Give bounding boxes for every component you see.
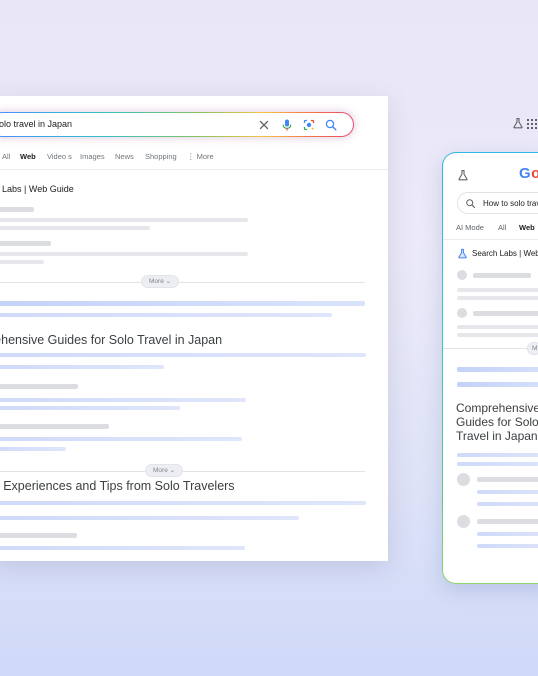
- tab-videos[interactable]: Video s: [47, 152, 72, 161]
- placeholder-line: [0, 516, 299, 520]
- placeholder-line: [0, 437, 242, 441]
- more-divider: [0, 282, 365, 283]
- search-icon[interactable]: [324, 118, 338, 132]
- apps-grid-icon[interactable]: [526, 118, 538, 130]
- placeholder-line: [477, 490, 538, 494]
- placeholder-line: [457, 296, 538, 300]
- result-heading[interactable]: rehensive Guides for Solo Travel in Japa…: [0, 333, 222, 347]
- placeholder-line: [457, 333, 538, 337]
- placeholder-line: [0, 501, 366, 505]
- tab-shopping[interactable]: Shopping: [145, 152, 177, 161]
- tabs-divider: [443, 239, 538, 240]
- placeholder-line: [0, 353, 366, 357]
- placeholder-line: [0, 301, 365, 306]
- close-icon[interactable]: [257, 118, 271, 132]
- placeholder-line: [0, 398, 246, 402]
- placeholder-line: [457, 367, 538, 372]
- placeholder-line: [457, 453, 538, 457]
- lens-icon[interactable]: [302, 118, 316, 132]
- placeholder-line: [457, 382, 538, 387]
- placeholder-line: [0, 226, 150, 230]
- tab-ai-mode[interactable]: AI Mode: [456, 223, 484, 232]
- placeholder-line: [0, 546, 245, 550]
- mobile-search-query[interactable]: How to solo trav: [483, 199, 538, 208]
- labs-flask-icon[interactable]: [457, 169, 469, 181]
- desktop-results-window: olo travel in Japan All Web Video s Imag…: [0, 96, 388, 561]
- mobile-search-box[interactable]: How to solo trav: [457, 192, 538, 214]
- mobile-results-window: Go How to solo trav AI Mode All Web Sear…: [442, 152, 538, 584]
- source-favicon: [457, 515, 470, 528]
- tab-web[interactable]: Web: [519, 223, 535, 232]
- source-favicon: [457, 270, 467, 280]
- placeholder-line: [477, 502, 538, 506]
- more-button[interactable]: More ⌄: [141, 275, 180, 288]
- more-divider: [443, 348, 538, 349]
- section-title: ch Labs | Web Guide: [0, 184, 74, 194]
- search-query[interactable]: olo travel in Japan: [0, 119, 72, 129]
- placeholder-line: [0, 365, 164, 369]
- placeholder-line: [0, 207, 34, 212]
- tab-web[interactable]: Web: [20, 152, 36, 161]
- placeholder-line: [473, 311, 538, 316]
- placeholder-line: [477, 544, 538, 548]
- placeholder-line: [477, 519, 538, 524]
- labs-flask-icon[interactable]: [512, 117, 524, 129]
- google-logo: Go: [519, 165, 538, 182]
- placeholder-line: [0, 252, 248, 256]
- tab-more[interactable]: ⋮ More: [187, 152, 214, 161]
- tab-all[interactable]: All: [2, 152, 10, 161]
- tab-images[interactable]: Images: [80, 152, 105, 161]
- placeholder-line: [457, 288, 538, 292]
- source-favicon: [457, 473, 470, 486]
- source-favicon: [457, 308, 467, 318]
- tab-news[interactable]: News: [115, 152, 134, 161]
- mic-icon[interactable]: [280, 118, 294, 132]
- placeholder-line: [0, 241, 51, 246]
- placeholder-line: [0, 313, 332, 317]
- placeholder-line: [0, 384, 78, 389]
- placeholder-line: [457, 462, 538, 466]
- result-heading[interactable]: al Experiences and Tips from Solo Travel…: [0, 479, 235, 493]
- placeholder-line: [0, 406, 180, 410]
- placeholder-line: [0, 447, 66, 451]
- search-tabs: All Web Video s Images News Shopping ⋮ M…: [0, 152, 388, 168]
- search-icon: [466, 199, 475, 208]
- more-button[interactable]: M: [527, 342, 538, 355]
- tab-all[interactable]: All: [498, 223, 506, 232]
- placeholder-line: [0, 260, 44, 264]
- google-logo-text: Go: [519, 165, 538, 182]
- placeholder-line: [457, 325, 538, 329]
- placeholder-line: [0, 424, 109, 429]
- result-heading[interactable]: Comprehensive Guides for Solo Travel in …: [456, 401, 538, 443]
- placeholder-line: [0, 218, 248, 222]
- labs-flask-icon: [458, 248, 467, 259]
- more-button[interactable]: More ⌄: [145, 464, 184, 477]
- placeholder-line: [477, 477, 538, 482]
- section-title: Search Labs | Web: [472, 249, 538, 258]
- placeholder-line: [477, 532, 538, 536]
- placeholder-line: [0, 533, 77, 538]
- search-box[interactable]: olo travel in Japan: [0, 112, 354, 137]
- placeholder-line: [473, 273, 531, 278]
- tabs-divider: [0, 169, 388, 170]
